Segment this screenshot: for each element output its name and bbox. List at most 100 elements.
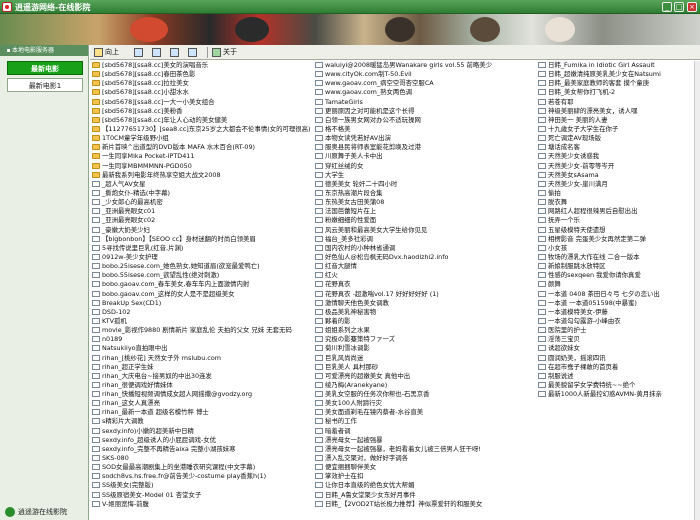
folder-item[interactable]: 一生同享MBMMMNN-PGD050	[92, 162, 315, 171]
file-item[interactable]: TamateGirls	[315, 98, 538, 107]
folder-item[interactable]: [sbd5678][ssa8.cc]拉拉美女	[92, 79, 315, 88]
file-item[interactable]: 抚弄一个乐	[538, 216, 700, 225]
file-item[interactable]: 塘话成名客	[538, 143, 700, 152]
file-item[interactable]: bobo.55isese.com_欲望乱性(绝对刺激)	[92, 271, 315, 280]
file-item[interactable]: 东京热高潮片段合集	[315, 189, 538, 198]
folder-item[interactable]: 1T0CM童学年级野小组	[92, 134, 315, 143]
file-item[interactable]: SKS-080	[92, 454, 315, 463]
file-item[interactable]: 诱超欲妹女	[538, 344, 700, 353]
file-item[interactable]: waluiyi@2008暖猛岛男Wanakare girls vol.55 前略…	[315, 61, 538, 70]
file-item[interactable]: 圆润奶美，摇滚四讯	[538, 354, 700, 363]
file-item[interactable]: 牧场的漂乳大作在线 二合一版本	[538, 253, 700, 262]
file-item[interactable]: 极品美乳神秘害物	[315, 308, 538, 317]
folder-item[interactable]: 【11277651730】[sea8.cc]东京25岁之大都会不伦事情(女的可理…	[92, 125, 315, 134]
file-item[interactable]: rihan_这女人真漂亮	[92, 399, 315, 408]
file-item[interactable]: 可爱漂亮的超嫩美女 真他中出	[315, 372, 538, 381]
file-item[interactable]: _撕炮女仆-精选(中字幕)	[92, 189, 315, 198]
folder-item[interactable]: [sbd5678][ssa8.cc]小甜水水	[92, 88, 315, 97]
file-item[interactable]: 天然美少女-崖川满月	[538, 180, 700, 189]
file-item[interactable]: 0912w-美少女护理	[92, 253, 315, 262]
file-item[interactable]: sodch8vs.hs.free.fr@前告美少-costume play香蕉h…	[92, 472, 315, 481]
file-item[interactable]: 一本道 0408 茶田日々弓 七夕の恋い出	[538, 290, 700, 299]
file-item[interactable]: 东热美女古田美蒲08	[315, 198, 538, 207]
file-item[interactable]: 日韩_超嫩清纯原美乳美少女在Natsumi	[538, 70, 700, 79]
file-item[interactable]: 红火	[315, 271, 538, 280]
file-item[interactable]: 死亡调定AV现场版	[538, 134, 700, 143]
folder-item[interactable]: [sbd5678][ssa8.cc]年让人心动的美女健美	[92, 116, 315, 125]
view-small-icons-button[interactable]	[152, 47, 163, 58]
file-item[interactable]: 漂亮母女一起被强暴，老妈看着女儿被三倍男人狂干呀!	[315, 445, 538, 454]
file-item[interactable]: bobo.25isese.com_她色熟女,她知道眉(欲宠最爱鸭亡)	[92, 262, 315, 271]
file-item[interactable]: _超人气AV女星	[92, 180, 315, 189]
file-item[interactable]: 偷拍	[538, 189, 700, 198]
maximize-button[interactable]: □	[674, 2, 684, 12]
file-item[interactable]: 菊川利雪冰调影	[315, 344, 538, 353]
folder-item[interactable]: [sbd5678][ssa8.cc]美女的演唱音乐	[92, 61, 315, 70]
file-item[interactable]: 颜舞	[538, 280, 700, 289]
file-item[interactable]: SS级美女(完整版)	[92, 481, 315, 490]
file-item[interactable]: 服奥县民将师表室能花剪唤及过港	[315, 143, 538, 152]
file-item[interactable]: 一本道 一本道051598(中暴蜜)	[538, 299, 700, 308]
file-item[interactable]: rihan_最新一本道 超级名模竹秤 博士	[92, 408, 315, 417]
file-item[interactable]: 川原舞子美人卡中出	[315, 152, 538, 161]
file-item[interactable]: 红音大腿情	[315, 262, 538, 271]
file-item[interactable]: 脱衣舞	[538, 198, 700, 207]
file-item[interactable]: 姐姐系列之水果	[315, 326, 538, 335]
folder-item[interactable]: [sbd5678][ssa8.cc]美粉香	[92, 107, 315, 116]
close-button[interactable]: ×	[687, 2, 697, 12]
file-item[interactable]: 若苍有耶	[538, 98, 700, 107]
folder-item[interactable]: [sbd5678][ssa8.cc]一大一小美女组合	[92, 98, 315, 107]
file-item[interactable]: 绫乃梅(Aranekyane)	[315, 381, 538, 390]
file-item[interactable]: Natsukiiyo直拍眼中出	[92, 344, 315, 353]
file-item[interactable]: 天然美少女-前零等岑开	[538, 162, 700, 171]
file-item[interactable]: 神田美一 美丽的人妻	[538, 116, 700, 125]
file-item[interactable]: sexdy.info_超级诱人的小屁屁调戏-女优	[92, 436, 315, 445]
file-item[interactable]: 天然美女sAsama	[538, 171, 700, 180]
folder-item[interactable]: 一生同享Mika Pocket-IPTD411	[92, 152, 315, 161]
file-item[interactable]: 性感的sexqeen 我爱你请你真爱	[538, 271, 700, 280]
file-item[interactable]: 【bigbonbon】【SEOO cc】身材迷翻的时尚白领美眉	[92, 235, 315, 244]
file-item[interactable]: 日韩_A鲁女堂聚少女东好月事件	[315, 491, 538, 500]
file-item[interactable]: 最美貌留学女学费特统~~绝个	[538, 381, 700, 390]
file-item[interactable]: 掌效护士在扣	[315, 472, 538, 481]
file-item[interactable]: _少女郎心的最高机密	[92, 198, 315, 207]
file-item[interactable]: 制服说述	[538, 372, 700, 381]
file-item[interactable]: 福台_美多社彩调	[315, 235, 538, 244]
file-item[interactable]: 激情聊天他色美女调教	[315, 299, 538, 308]
file-item[interactable]: 美乳女空服的任务次你帮也-石黑京香	[315, 390, 538, 399]
file-item[interactable]: 一本道勾勾露游-小峰由衣	[538, 317, 700, 326]
file-item[interactable]: 十九歳女子大学生在你子	[538, 125, 700, 134]
view-list-button[interactable]	[170, 47, 181, 58]
file-item[interactable]: 白领一族男女网对办公不适玩操网	[315, 116, 538, 125]
file-item[interactable]: bobo.gaoav.com_春车美女,春车车内上面激情内射	[92, 280, 315, 289]
minimize-button[interactable]: _	[662, 2, 672, 12]
file-item[interactable]: 天然美少女诱惑我	[538, 152, 700, 161]
file-item[interactable]: 日韩_Fumika in Idiotic Girl Assault	[538, 61, 700, 70]
file-item[interactable]: 医院里的护士	[538, 326, 700, 335]
file-item[interactable]: 让你日本直级的绝色女优大帮媚	[315, 481, 538, 490]
file-item[interactable]: n0189	[92, 335, 315, 344]
file-item[interactable]: bobo.gaoav.com_这样的女人是不是超级美女	[92, 290, 315, 299]
file-item[interactable]: 美女100人附蹄行灾	[315, 399, 538, 408]
file-item[interactable]: 究极の影蹇策特ファーズ	[315, 335, 538, 344]
file-item[interactable]: sexdy.info_完整不再精告aixa 完整小湖孩妹寒	[92, 445, 315, 454]
file-item[interactable]: 日韩_美女帮你打飞机-2	[538, 88, 700, 97]
file-item[interactable]: 最新1000人新最控幻惑AVMN-黄月抹亲	[538, 390, 700, 399]
file-item[interactable]: 秘书的工作	[315, 417, 538, 426]
file-item[interactable]: _亚洲最亮眼女c02	[92, 216, 315, 225]
folder-item[interactable]: 新片首映^出道型的DVD版本 MAFA 水木百合(RT-09)	[92, 143, 315, 152]
file-item[interactable]: 更丽原因之对可能机是这个长得	[315, 107, 538, 116]
file-item[interactable]: 本物女读凭若好AV出演	[315, 134, 538, 143]
folder-item[interactable]: [sbd5678][ssa8.cc]春田茶色影	[92, 70, 315, 79]
file-item[interactable]: rihan_超正学生妹	[92, 363, 315, 372]
sidebar-item-latest-movies[interactable]: 最新电影	[7, 61, 83, 75]
sidebar-item-latest-movies-1[interactable]: 最新电影1	[7, 78, 83, 92]
file-item[interactable]: 在超市鸯子裸敢的首页着	[538, 363, 700, 372]
file-item[interactable]: rihan_很便调戏好情妹体	[92, 381, 315, 390]
file-item[interactable]: 粉嫩细细的性爱面	[315, 216, 538, 225]
about-button[interactable]: 关于	[212, 47, 237, 58]
file-item[interactable]: 巨乳风尚尚迷	[315, 354, 538, 363]
file-item[interactable]: www.gaoav.com_熟女两色调	[315, 88, 538, 97]
file-item[interactable]: 新娘制服跳水放特区	[538, 262, 700, 271]
file-item[interactable]: 大学生	[315, 171, 538, 180]
